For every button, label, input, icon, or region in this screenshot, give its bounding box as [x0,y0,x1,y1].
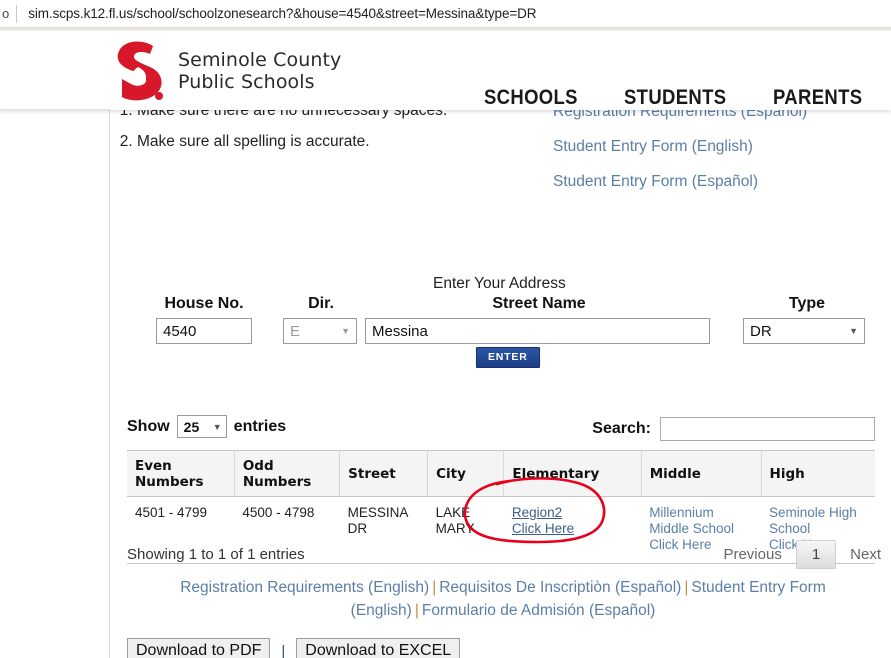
left-margin-column [0,31,110,658]
column-header-odd-numbers[interactable]: Odd Numbers [234,450,341,497]
download-separator: | [281,643,286,658]
column-header-city[interactable]: City [427,450,505,497]
tab-stub-label: o [2,6,10,21]
direction-select[interactable]: E ▼ [283,318,357,344]
column-header-middle[interactable]: Middle [641,450,762,497]
direction-select-value: E [290,322,301,340]
logo-line-1: Seminole County [178,49,342,71]
column-header-even-numbers[interactable]: Even Numbers [127,450,235,497]
elementary-click-here-link[interactable]: Click Here [512,521,633,537]
nav-item-parents[interactable]: PARENTS [773,86,862,110]
download-buttons: Download to PDF | Download to EXCEL [127,638,461,658]
footer-link-separator: | [432,579,437,596]
address-form-title: Enter Your Address [433,275,566,292]
high-school-name: Seminole High School [769,505,857,536]
header-left-gutter [0,31,110,110]
table-header: Even Numbers Odd Numbers Street City Ele… [127,450,875,497]
pagination-page-1-button[interactable]: 1 [795,540,837,569]
entries-label: entries [233,417,287,435]
address-search-form: Enter Your Address House No. Dir. E ▼ St… [111,275,891,370]
footer-resource-links: Registration Requirements (English) | Requ… [131,576,875,622]
datatable-pagination: Previous 1 Next [723,540,881,569]
cell-city: LAKE MARY [427,496,504,564]
middle-click-here-link[interactable]: Click Here [649,537,711,552]
show-label: Show [127,417,170,435]
direction-field-group: Dir. E ▼ [261,295,381,344]
cell-elementary: Region2 Click Here [503,496,642,564]
instruction-item: Make sure all spelling is accurate. [137,132,517,152]
middle-school-name: Millennium Middle School [649,505,734,536]
top-resource-links: Registration Requirements (Español) Stud… [553,102,883,207]
site-header: Seminole County Public Schools SCHOOLS S… [0,31,891,110]
house-number-input[interactable] [156,318,252,344]
search-control: Search: [592,417,875,441]
footer-link-formulario-admision-espanol[interactable]: Formulario de Admisión (Español) [422,602,655,619]
footer-link-separator: | [684,579,689,596]
site-logo[interactable]: Seminole County Public Schools [112,40,341,102]
street-type-select-value: DR [750,322,772,340]
browser-url-bar[interactable]: o sim.scps.k12.fl.us/school/schoolzonese… [0,0,891,27]
chevron-down-icon: ▼ [212,421,222,432]
link-student-entry-form-espanol[interactable]: Student Entry Form (Español) [553,172,883,192]
logo-line-2: Public Schools [178,71,315,93]
house-number-field-group: House No. [139,295,269,344]
street-name-field-group: Street Name [365,295,713,344]
column-header-elementary[interactable]: Elementary [503,450,642,497]
datatable-controls: Show 25 ▼ entries Search: [111,415,891,445]
nav-item-schools[interactable]: SCHOOLS [484,86,578,110]
entries-per-page-value: 25 [183,418,200,435]
footer-link-registration-requirements-english[interactable]: Registration Requirements (English) [180,579,429,596]
street-name-input[interactable] [365,318,710,344]
instructions-and-links-row: Make sure there are no unnecessary space… [111,101,891,223]
search-label: Search: [592,420,651,437]
enter-submit-button[interactable]: ENTER [476,347,540,368]
scps-logo-icon [112,40,166,102]
show-entries-control: Show 25 ▼ entries [127,415,286,438]
street-name-label: Street Name [492,295,586,312]
page-viewport: Seminole County Public Schools SCHOOLS S… [0,31,891,658]
direction-label: Dir. [308,295,334,312]
column-header-high[interactable]: High [761,450,875,497]
download-excel-button[interactable]: Download to EXCEL [296,638,461,658]
street-type-field-group: Type DR ▼ [743,295,871,344]
cell-street: MESSINA DR [339,496,428,564]
main-content: Make sure there are no unnecessary space… [111,102,891,658]
download-pdf-button[interactable]: Download to PDF [127,638,271,658]
street-type-select[interactable]: DR ▼ [743,318,865,344]
column-header-street[interactable]: Street [339,450,429,497]
footer-link-requisitos-inscripcion-espanol[interactable]: Requisitos De Inscriptiòn (Español) [439,579,681,596]
instructions-list: Make sure there are no unnecessary space… [111,101,517,163]
street-type-label: Type [788,295,826,312]
primary-navigation: SCHOOLS STUDENTS PARENTS COM [484,86,891,110]
house-number-label: House No. [164,295,244,312]
search-input[interactable] [660,417,875,441]
chevron-down-icon: ▼ [849,326,858,336]
elementary-zone-link[interactable]: Region2 [512,505,633,521]
datatable-info: Showing 1 to 1 of 1 entries [127,546,305,563]
table-header-row: Even Numbers Odd Numbers Street City Ele… [127,450,875,497]
pagination-previous-button[interactable]: Previous [723,546,781,563]
chevron-down-icon: ▼ [341,326,350,336]
link-student-entry-form-english[interactable]: Student Entry Form (English) [553,137,883,157]
url-text[interactable]: sim.scps.k12.fl.us/school/schoolzonesear… [17,6,536,21]
footer-link-separator: | [414,602,419,619]
nav-item-students[interactable]: STUDENTS [624,86,726,110]
pagination-next-button[interactable]: Next [850,546,881,563]
entries-per-page-select[interactable]: 25 ▼ [176,415,227,438]
site-logo-text: Seminole County Public Schools [178,49,341,93]
